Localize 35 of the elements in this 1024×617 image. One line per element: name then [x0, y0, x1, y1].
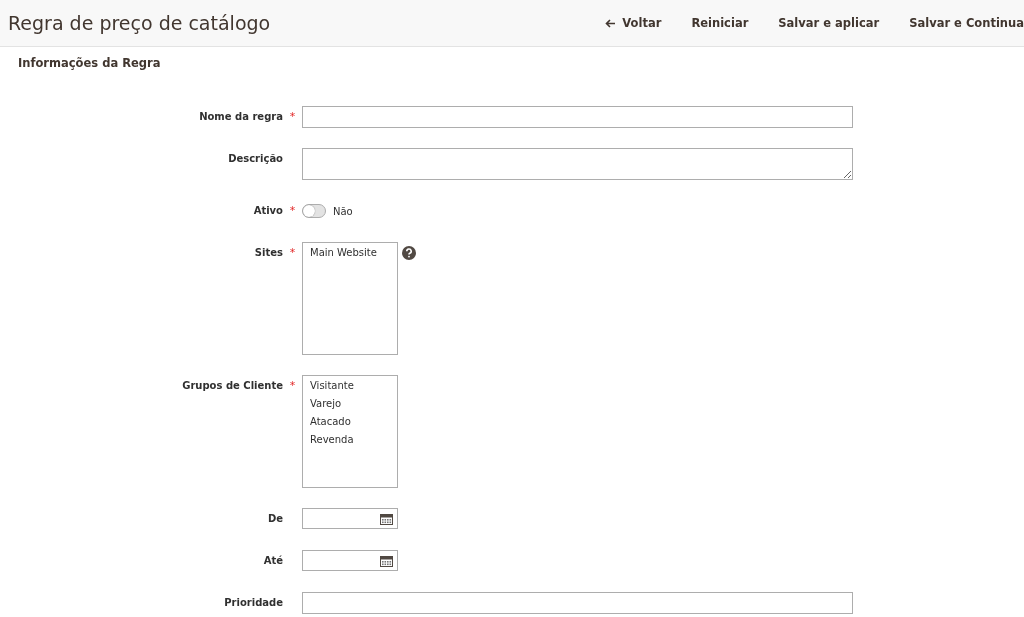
toggle-switch[interactable] — [302, 204, 326, 218]
action-button[interactable]: Reiniciar — [676, 16, 764, 30]
help-icon[interactable] — [402, 246, 416, 260]
required-mark: * — [288, 378, 297, 394]
text-field[interactable] — [302, 592, 853, 614]
field-label: Descrição — [227, 152, 283, 166]
required-mark: * — [288, 245, 297, 261]
list-option[interactable]: Atacado — [310, 415, 390, 428]
field-label: Nome da regra — [198, 110, 283, 124]
calendar-icon[interactable] — [380, 554, 393, 567]
field-label: Prioridade — [223, 596, 283, 610]
required-mark: * — [288, 203, 297, 219]
field-label: Grupos de Cliente — [181, 379, 283, 393]
required-mark: * — [288, 109, 297, 125]
field-label: Até — [262, 554, 283, 568]
field-label: Sites — [253, 246, 283, 260]
action-button[interactable]: Salvar e aplicar — [763, 16, 895, 30]
arrow-left-icon — [605, 18, 617, 28]
multiselect-list[interactable]: Visitante Varejo Atacado Revenda — [302, 375, 398, 488]
section-title: Informações da Regra — [18, 56, 161, 70]
page-title: Regra de preço de catálogo — [8, 12, 272, 34]
date-field[interactable] — [302, 550, 398, 571]
toggle-label: Não — [333, 205, 353, 217]
date-field[interactable] — [302, 508, 398, 529]
list-option[interactable]: Varejo — [310, 397, 390, 410]
list-option[interactable]: Revenda — [310, 433, 390, 446]
list-option[interactable]: Visitante — [310, 379, 390, 392]
action-button[interactable]: Salvar e Continua — [894, 16, 1024, 30]
multiselect-list[interactable]: Main Website — [302, 242, 398, 355]
back-button[interactable]: Voltar — [590, 16, 677, 30]
field-label: De — [266, 512, 283, 526]
field-label: Ativo — [252, 204, 283, 218]
text-field[interactable] — [302, 106, 853, 128]
calendar-icon[interactable] — [380, 512, 393, 525]
list-option[interactable]: Main Website — [310, 246, 390, 259]
